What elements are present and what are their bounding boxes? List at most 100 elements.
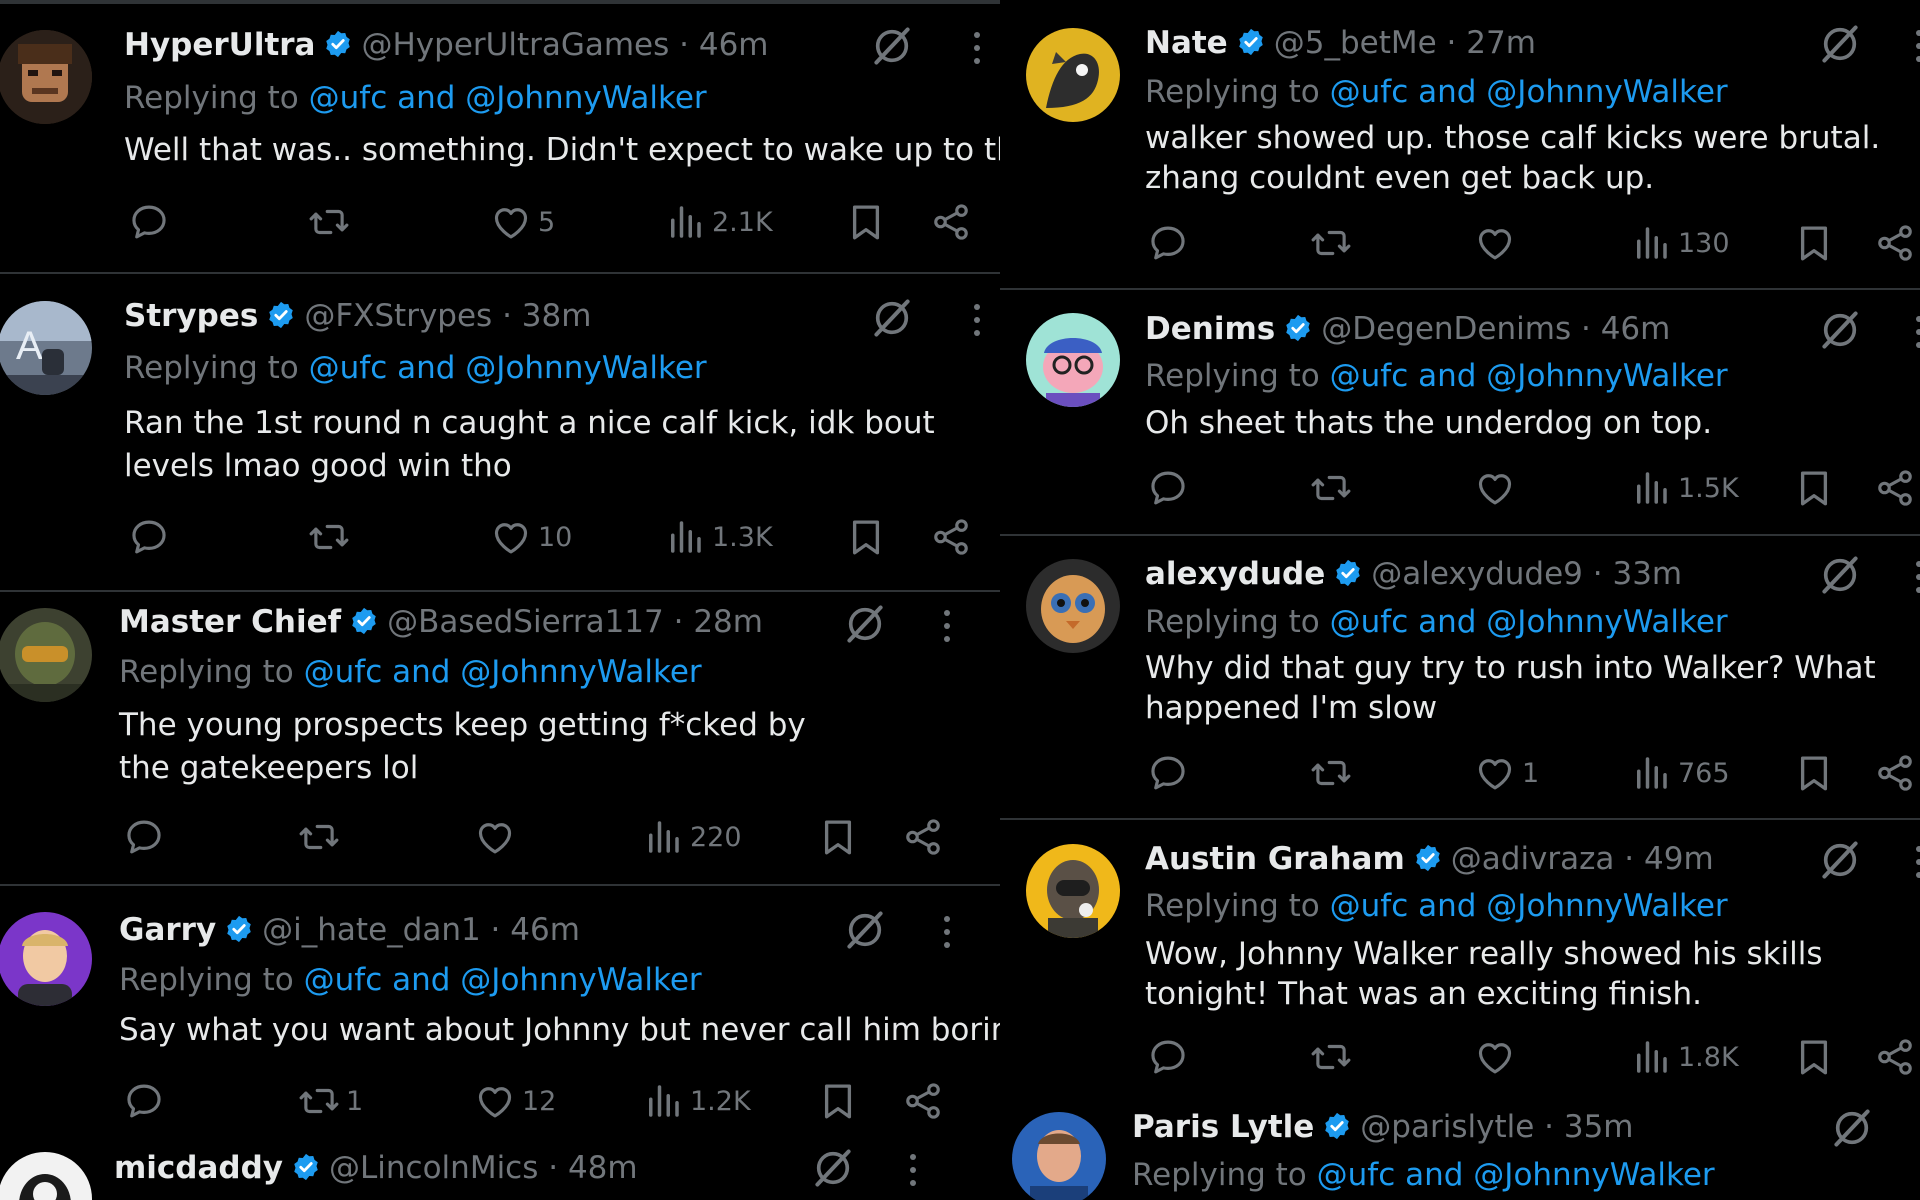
timestamp[interactable]: 27m xyxy=(1466,25,1536,61)
more-icon[interactable] xyxy=(1914,28,1920,64)
handle[interactable]: @alexydude9 xyxy=(1371,556,1583,592)
like-button[interactable]: 5 xyxy=(490,197,555,247)
share-button[interactable] xyxy=(902,812,944,862)
grok-icon[interactable] xyxy=(811,1146,855,1190)
views-button[interactable]: 1.2K xyxy=(642,1076,751,1126)
reply-button[interactable] xyxy=(123,812,171,862)
tweet[interactable]: Paris Lytle @parislytle · 35m Replying to… xyxy=(1000,1100,1920,1200)
reply-button[interactable] xyxy=(1147,463,1195,513)
timestamp[interactable]: 48m xyxy=(568,1150,638,1186)
handle[interactable]: @adivraza xyxy=(1451,841,1615,877)
display-name[interactable]: Strypes xyxy=(124,298,258,334)
more-icon[interactable] xyxy=(972,30,982,66)
display-name[interactable]: Denims xyxy=(1145,311,1275,347)
like-button[interactable]: 12 xyxy=(474,1076,556,1126)
display-name[interactable]: Austin Graham xyxy=(1145,841,1405,877)
share-button[interactable] xyxy=(1874,463,1916,513)
like-button[interactable] xyxy=(1474,218,1522,268)
timestamp[interactable]: 49m xyxy=(1644,841,1714,877)
bookmark-button[interactable] xyxy=(845,197,887,247)
tweet[interactable]: Nate @5_betMe · 27m Replying to @ufc and … xyxy=(1000,0,1920,288)
mention-johnnywalker[interactable]: @JohnnyWalker xyxy=(1486,358,1727,394)
timestamp[interactable]: 46m xyxy=(510,912,580,948)
tweet[interactable]: HyperUltra @HyperUltraGames · 46m Replyin… xyxy=(0,0,1000,272)
grok-icon[interactable] xyxy=(1818,838,1862,882)
handle[interactable]: @HyperUltraGames xyxy=(361,27,669,63)
tweet[interactable]: micdaddy @LincolnMics · 48m xyxy=(0,1140,1000,1200)
reply-button[interactable] xyxy=(128,197,176,247)
timestamp[interactable]: 28m xyxy=(693,604,763,640)
mention-johnnywalker[interactable]: @JohnnyWalker xyxy=(460,654,701,690)
retweet-button[interactable] xyxy=(1310,218,1358,268)
reply-button[interactable] xyxy=(1147,748,1195,798)
avatar[interactable]: A xyxy=(0,301,92,395)
like-button[interactable] xyxy=(1474,1032,1522,1082)
handle[interactable]: @BasedSierra117 xyxy=(387,604,664,640)
handle[interactable]: @DegenDenims xyxy=(1321,311,1571,347)
tweet[interactable]: A Strypes @FXStrypes · 38m Replying to @u… xyxy=(0,274,1000,590)
handle[interactable]: @5_betMe xyxy=(1274,25,1437,61)
avatar[interactable] xyxy=(1026,559,1120,653)
views-button[interactable]: 220 xyxy=(642,812,742,862)
tweet[interactable]: Garry @i_hate_dan1 · 46m Replying to @ufc… xyxy=(0,886,1000,1148)
mention-ufc[interactable]: @ufc xyxy=(304,654,383,690)
mention-johnnywalker[interactable]: @JohnnyWalker xyxy=(1486,604,1727,640)
tweet[interactable]: Denims @DegenDenims · 46m Replying to @uf… xyxy=(1000,290,1920,534)
avatar[interactable] xyxy=(0,912,92,1006)
like-button[interactable]: 1 xyxy=(1474,748,1539,798)
retweet-button[interactable] xyxy=(298,812,346,862)
more-icon[interactable] xyxy=(1914,314,1920,350)
tweet[interactable]: Austin Graham @adivraza · 49m Replying to… xyxy=(1000,820,1920,1102)
display-name[interactable]: Paris Lytle xyxy=(1132,1109,1314,1145)
mention-ufc[interactable]: @ufc xyxy=(309,80,388,116)
tweet[interactable]: alexydude @alexydude9 · 33m Replying to @… xyxy=(1000,536,1920,818)
share-button[interactable] xyxy=(1874,1032,1916,1082)
retweet-button[interactable] xyxy=(1310,463,1358,513)
share-button[interactable] xyxy=(930,197,972,247)
timestamp[interactable]: 33m xyxy=(1612,556,1682,592)
like-button[interactable]: 10 xyxy=(490,512,572,562)
more-icon[interactable] xyxy=(942,914,952,950)
bookmark-button[interactable] xyxy=(817,1076,859,1126)
bookmark-button[interactable] xyxy=(1793,1032,1835,1082)
grok-icon[interactable] xyxy=(870,296,914,340)
grok-icon[interactable] xyxy=(1818,553,1862,597)
more-icon[interactable] xyxy=(942,608,952,644)
bookmark-button[interactable] xyxy=(1793,463,1835,513)
tweet[interactable]: Master Chief @BasedSierra117 · 28m Replyi… xyxy=(0,592,1000,884)
avatar[interactable] xyxy=(1012,1112,1106,1200)
reply-button[interactable] xyxy=(1147,218,1195,268)
mention-ufc[interactable]: @ufc xyxy=(1330,74,1409,110)
reply-button[interactable] xyxy=(123,1076,171,1126)
bookmark-button[interactable] xyxy=(817,812,859,862)
views-button[interactable]: 2.1K xyxy=(664,197,773,247)
more-icon[interactable] xyxy=(908,1152,918,1188)
timestamp[interactable]: 46m xyxy=(1601,311,1671,347)
views-button[interactable]: 765 xyxy=(1630,748,1730,798)
mention-ufc[interactable]: @ufc xyxy=(309,350,388,386)
views-button[interactable]: 1.5K xyxy=(1630,463,1739,513)
more-icon[interactable] xyxy=(972,302,982,338)
bookmark-button[interactable] xyxy=(1793,748,1835,798)
grok-icon[interactable] xyxy=(843,602,887,646)
handle[interactable]: @i_hate_dan1 xyxy=(262,912,481,948)
mention-johnnywalker[interactable]: @JohnnyWalker xyxy=(1473,1157,1714,1193)
grok-icon[interactable] xyxy=(870,24,914,68)
timestamp[interactable]: 35m xyxy=(1564,1109,1634,1145)
avatar[interactable] xyxy=(1026,313,1120,407)
retweet-button[interactable] xyxy=(308,197,356,247)
display-name[interactable]: Master Chief xyxy=(119,604,341,640)
avatar[interactable] xyxy=(0,1152,92,1200)
reply-button[interactable] xyxy=(1147,1032,1195,1082)
share-button[interactable] xyxy=(902,1076,944,1126)
views-button[interactable]: 1.3K xyxy=(664,512,773,562)
bookmark-button[interactable] xyxy=(1793,218,1835,268)
share-button[interactable] xyxy=(930,512,972,562)
grok-icon[interactable] xyxy=(1830,1106,1874,1150)
mention-ufc[interactable]: @ufc xyxy=(1330,604,1409,640)
reply-button[interactable] xyxy=(128,512,176,562)
display-name[interactable]: HyperUltra xyxy=(124,27,315,63)
mention-johnnywalker[interactable]: @JohnnyWalker xyxy=(1486,888,1727,924)
mention-ufc[interactable]: @ufc xyxy=(1330,358,1409,394)
like-button[interactable] xyxy=(1474,463,1522,513)
